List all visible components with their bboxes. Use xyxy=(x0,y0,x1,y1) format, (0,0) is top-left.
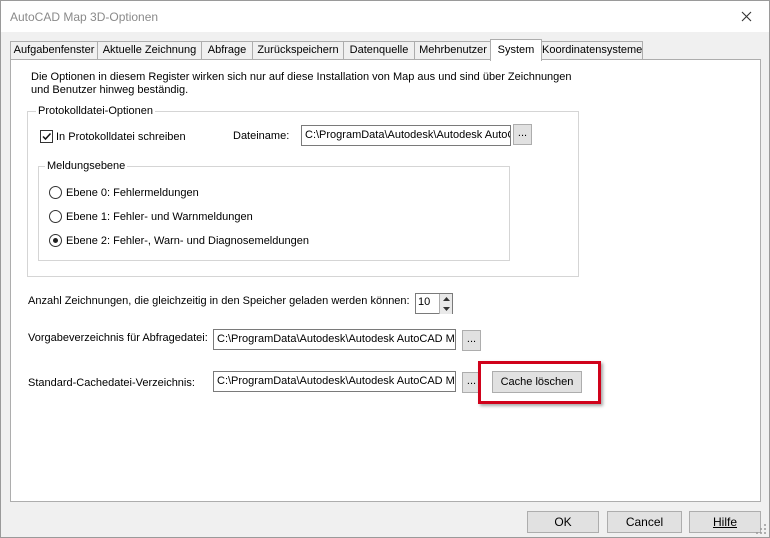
query-dir-label: Vorgabeverzeichnis für Abfragedatei: xyxy=(28,332,208,344)
close-icon xyxy=(741,11,751,22)
resize-grip-icon[interactable] xyxy=(755,523,767,535)
spinner-up-button[interactable] xyxy=(439,294,452,304)
message-level-title: Meldungsebene xyxy=(45,160,128,173)
log-options-group: Protokolldatei-Optionen In Protokolldate… xyxy=(27,105,579,277)
filename-browse-button[interactable]: ... xyxy=(513,124,532,145)
query-dir-browse-button[interactable]: ... xyxy=(462,330,481,351)
tab-aktuelle-zeichnung[interactable]: Aktuelle Zeichnung xyxy=(97,41,202,60)
close-button[interactable] xyxy=(723,1,769,32)
tab-panel-system: Die Optionen in diesem Register wirken s… xyxy=(10,59,761,502)
filename-field[interactable]: C:\ProgramData\Autodesk\Autodesk AutoCAD… xyxy=(301,125,511,146)
drawings-label: Anzahl Zeichnungen, die gleichzeitig in … xyxy=(28,295,410,307)
tab-zurueckspeichern[interactable]: Zurückspeichern xyxy=(252,41,344,60)
tab-datenquelle[interactable]: Datenquelle xyxy=(343,41,415,60)
window-title: AutoCAD Map 3D-Optionen xyxy=(10,10,159,24)
write-log-checkbox[interactable] xyxy=(40,130,53,143)
drawings-value: 10 xyxy=(418,296,431,308)
cache-dir-field[interactable]: C:\ProgramData\Autodesk\Autodesk AutoCAD… xyxy=(213,371,456,392)
checkmark-icon xyxy=(42,132,52,141)
cache-dir-label: Standard-Cachedatei-Verzeichnis: xyxy=(28,377,195,389)
cancel-button[interactable]: Cancel xyxy=(607,511,682,533)
highlight-box xyxy=(478,361,601,404)
radio-level-1-label: Ebene 1: Fehler- und Warnmeldungen xyxy=(66,211,253,223)
radio-level-0-label: Ebene 0: Fehlermeldungen xyxy=(66,187,199,199)
message-level-group: Meldungsebene Ebene 0: Fehlermeldungen E… xyxy=(38,160,510,261)
query-dir-field[interactable]: C:\ProgramData\Autodesk\Autodesk AutoCAD… xyxy=(213,329,456,350)
radio-level-2-label: Ebene 2: Fehler-, Warn- und Diagnosemeld… xyxy=(66,235,309,247)
options-dialog: AutoCAD Map 3D-Optionen Aufgabenfenster … xyxy=(0,0,770,538)
arrow-down-icon xyxy=(442,307,450,311)
title-bar: AutoCAD Map 3D-Optionen xyxy=(1,1,769,32)
tab-mehrbenutzer[interactable]: Mehrbenutzer xyxy=(414,41,492,60)
arrow-up-icon xyxy=(442,297,450,301)
log-options-title: Protokolldatei-Optionen xyxy=(36,105,155,118)
info-text: Die Optionen in diesem Register wirken s… xyxy=(31,71,572,96)
tab-abfrage[interactable]: Abfrage xyxy=(201,41,253,60)
radio-level-2[interactable] xyxy=(49,234,62,247)
tab-aufgabenfenster[interactable]: Aufgabenfenster xyxy=(10,41,98,60)
radio-selected-dot xyxy=(53,238,58,243)
radio-level-1[interactable] xyxy=(49,210,62,223)
ok-button[interactable]: OK xyxy=(527,511,599,533)
spinner-down-button[interactable] xyxy=(439,304,452,314)
drawings-spinner[interactable]: 10 xyxy=(415,293,453,314)
tab-system[interactable]: System xyxy=(490,39,542,61)
filename-label: Dateiname: xyxy=(233,130,290,142)
tab-koordinatensysteme[interactable]: Koordinatensysteme xyxy=(541,41,643,60)
radio-level-0[interactable] xyxy=(49,186,62,199)
write-log-label: In Protokolldatei schreiben xyxy=(56,131,186,143)
help-button[interactable]: Hilfe xyxy=(689,511,761,533)
